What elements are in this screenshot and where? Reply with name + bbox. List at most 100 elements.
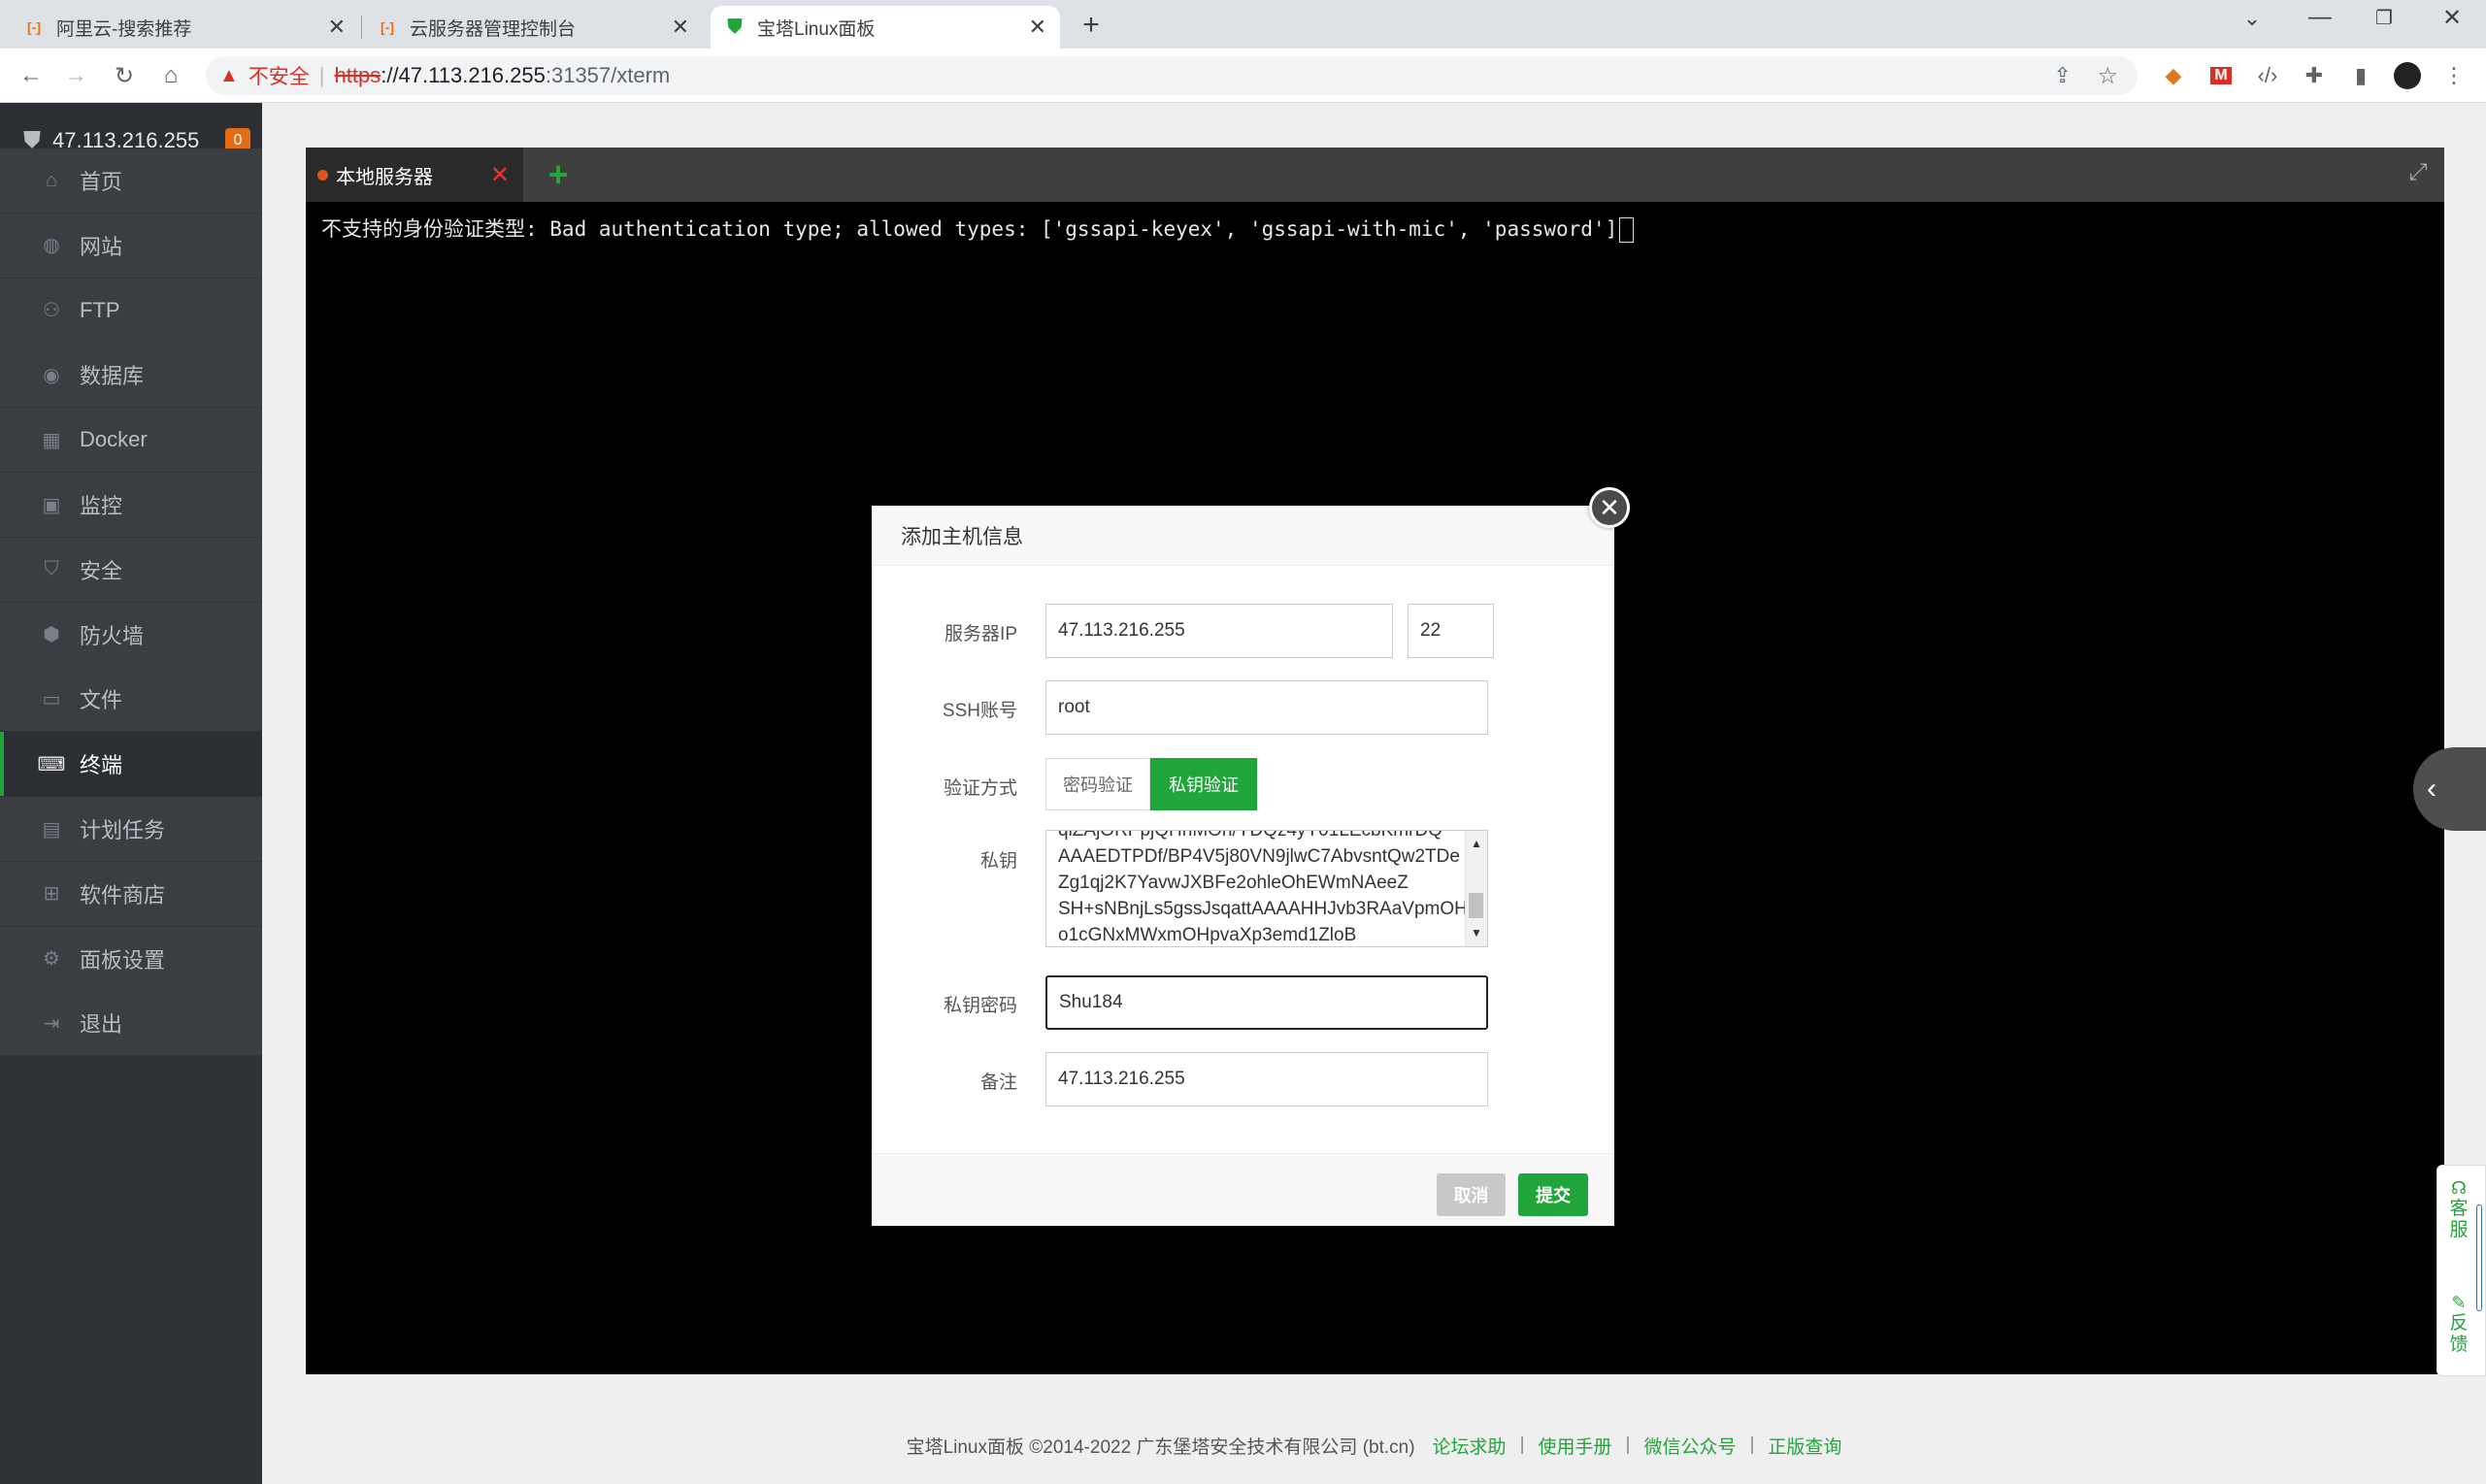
browser-menu-icon[interactable]: ⋮: [2438, 60, 2469, 91]
sidebar-item-6[interactable]: ⛉ 安全: [0, 537, 262, 602]
sidebar-item-label: 退出: [80, 1012, 123, 1038]
tab-search-chevron-icon[interactable]: ⌄: [2235, 6, 2270, 41]
shield-check-icon: ⛉: [44, 558, 59, 580]
submit-button[interactable]: 提交: [1518, 1173, 1588, 1216]
panel-scroll-indicator: [2476, 1204, 2482, 1311]
private-key-line: qiZAjORPpjQHhMOh/YDQz4yY01LEcbKmrDQ: [1058, 830, 1442, 841]
sidebar-item-12[interactable]: ⚙ 面板设置: [0, 926, 262, 991]
restore-icon[interactable]: ❐: [2367, 6, 2402, 41]
key-password-input[interactable]: Shu184: [1045, 975, 1488, 1030]
footer-link-wechat[interactable]: 微信公众号: [1643, 1433, 1736, 1459]
browser-tab-title: 云服务器管理控制台: [410, 18, 577, 40]
sidebar-item-8[interactable]: ▭ 文件: [0, 667, 262, 732]
close-tab-icon[interactable]: ✕: [672, 15, 689, 40]
server-ip-input[interactable]: 47.113.216.255: [1045, 604, 1393, 658]
terminal-tab-label: 本地服务器: [336, 166, 433, 188]
share-icon[interactable]: ⇪: [2054, 63, 2072, 88]
bookmark-star-icon[interactable]: ☆: [2097, 62, 2118, 90]
scroll-down-icon[interactable]: ▼: [1466, 920, 1487, 946]
extensions-puzzle-icon[interactable]: ✚: [2299, 60, 2330, 91]
customer-service-label: 客服: [2449, 1199, 2469, 1240]
terminal-icon: ⌨: [37, 753, 66, 775]
scroll-thumb[interactable]: [1469, 893, 1483, 918]
add-terminal-icon[interactable]: +: [539, 153, 578, 196]
side-panel-icon[interactable]: ▮: [2345, 60, 2376, 91]
sidebar-item-5[interactable]: ▣ 监控: [0, 473, 262, 537]
profile-avatar[interactable]: [2392, 60, 2423, 91]
browser-tab-aliyun-console[interactable]: [-] 云服务器管理控制台 ✕: [363, 6, 703, 49]
sidebar-item-0[interactable]: ⌂ 首页: [0, 148, 262, 213]
footer-separator: |: [1749, 1435, 1755, 1455]
close-terminal-tab-icon[interactable]: ✕: [490, 161, 510, 189]
sidebar-item-label: 面板设置: [80, 947, 166, 973]
port-input[interactable]: 22: [1408, 604, 1494, 658]
sidebar-item-9[interactable]: ⌨ 终端: [0, 732, 262, 797]
service-float-panel: ☊ 客服 ✎ 反馈: [2436, 1165, 2486, 1376]
forward-icon[interactable]: →: [60, 60, 91, 91]
sidebar-item-10[interactable]: ▤ 计划任务: [0, 797, 262, 861]
reload-icon[interactable]: ↻: [109, 60, 140, 91]
sidebar-item-label: FTP: [80, 297, 120, 322]
private-key-line: o1cGNxMWxmOHpvaXp3emd1ZloB: [1058, 925, 1357, 945]
home-icon[interactable]: ⌂: [155, 60, 186, 91]
terminal-output-line: 不支持的身份验证类型: Bad authentication type; all…: [321, 214, 1635, 243]
sidebar-item-label: 安全: [80, 558, 123, 583]
folder-icon: ▭: [42, 688, 61, 710]
private-key-textarea[interactable]: qiZAjORPpjQHhMOh/YDQz4yY01LEcbKmrDQ AAAED…: [1045, 830, 1488, 947]
scroll-up-icon[interactable]: ▲: [1466, 831, 1487, 857]
auth-password-button[interactable]: 密码验证: [1045, 758, 1150, 810]
close-window-icon[interactable]: ✕: [2435, 4, 2469, 39]
sidebar-item-11[interactable]: ⊞ 软件商店: [0, 861, 262, 926]
sidebar-item-label: 网站: [80, 234, 123, 259]
textarea-scrollbar[interactable]: ▲ ▼: [1465, 831, 1487, 946]
terminal-tab-local-server[interactable]: 本地服务器 ✕: [306, 148, 523, 202]
feedback-label: 反馈: [2449, 1313, 2469, 1355]
edit-icon: ✎: [2451, 1293, 2467, 1312]
customer-service-button[interactable]: ☊ 客服: [2443, 1177, 2474, 1241]
sidebar-item-label: 终端: [80, 753, 123, 778]
fullscreen-icon[interactable]: ⤢: [2403, 159, 2434, 190]
browser-tab-aliyun-search[interactable]: [-] 阿里云-搜索推荐 ✕: [10, 6, 359, 49]
sidebar-item-7[interactable]: ⬢ 防火墙: [0, 602, 262, 667]
gmail-extension-icon[interactable]: M: [2205, 60, 2237, 91]
docker-icon: ▦: [42, 429, 61, 451]
private-key-line: Zg1qj2K7YavwJXBFe2ohleOhEWmNAeeZ: [1058, 873, 1409, 893]
new-tab-icon[interactable]: +: [1074, 8, 1109, 43]
sidebar-item-13[interactable]: ⇥ 退出: [0, 991, 262, 1056]
footer-link-license[interactable]: 正版查询: [1768, 1433, 1841, 1459]
remark-input[interactable]: 47.113.216.255: [1045, 1052, 1488, 1106]
close-tab-icon[interactable]: ✕: [328, 15, 346, 40]
back-icon[interactable]: ←: [16, 60, 47, 91]
server-ip-label: 服务器IP: [945, 624, 1017, 644]
feedback-button[interactable]: ✎ 反馈: [2443, 1292, 2474, 1356]
globe-icon: ◍: [43, 235, 60, 257]
sidebar-item-3[interactable]: ◉ 数据库: [0, 343, 262, 408]
apps-icon: ⊞: [43, 883, 60, 906]
close-tab-icon[interactable]: ✕: [1029, 15, 1046, 40]
sidebar-item-label: 监控: [80, 494, 123, 518]
footer-link-manual[interactable]: 使用手册: [1539, 1433, 1612, 1459]
close-icon: ✕: [1599, 492, 1620, 522]
dialog-close-button[interactable]: ✕: [1589, 487, 1630, 528]
devtools-code-icon[interactable]: ‹/›: [2252, 60, 2283, 91]
footer-link-forum[interactable]: 论坛求助: [1433, 1433, 1507, 1459]
sidebar-item-1[interactable]: ◍ 网站: [0, 213, 262, 278]
cancel-button[interactable]: 取消: [1437, 1173, 1506, 1216]
address-bar[interactable]: ▲ 不安全 | https ://47.113.216.255 :31357/x…: [206, 56, 2138, 95]
omnibox-divider: |: [318, 63, 325, 87]
headset-icon: ☊: [2451, 1178, 2467, 1198]
terminal-tabbar: 本地服务器 ✕ + ⤢: [306, 148, 2444, 202]
gear-icon: ⚙: [43, 948, 60, 971]
minimize-icon[interactable]: —: [2303, 4, 2337, 39]
dialog-footer: 取消 提交: [872, 1153, 1614, 1226]
sidebar-item-label: 计划任务: [80, 818, 166, 842]
database-icon: ◉: [43, 364, 60, 386]
ssh-account-input[interactable]: root: [1045, 680, 1488, 735]
browser-tab-baota[interactable]: ⛊ 宝塔Linux面板 ✕: [711, 6, 1060, 49]
metamask-fox-icon[interactable]: ◆: [2158, 60, 2189, 91]
browser-toolbar: ← → ↻ ⌂ ▲ 不安全 | https ://47.113.216.255 …: [0, 49, 2486, 103]
sidebar-item-2[interactable]: ⚇ FTP: [0, 278, 262, 343]
auth-private-key-button[interactable]: 私钥验证: [1150, 758, 1257, 810]
sidebar-item-4[interactable]: ▦ Docker: [0, 408, 262, 473]
url-scheme: https: [334, 63, 381, 87]
